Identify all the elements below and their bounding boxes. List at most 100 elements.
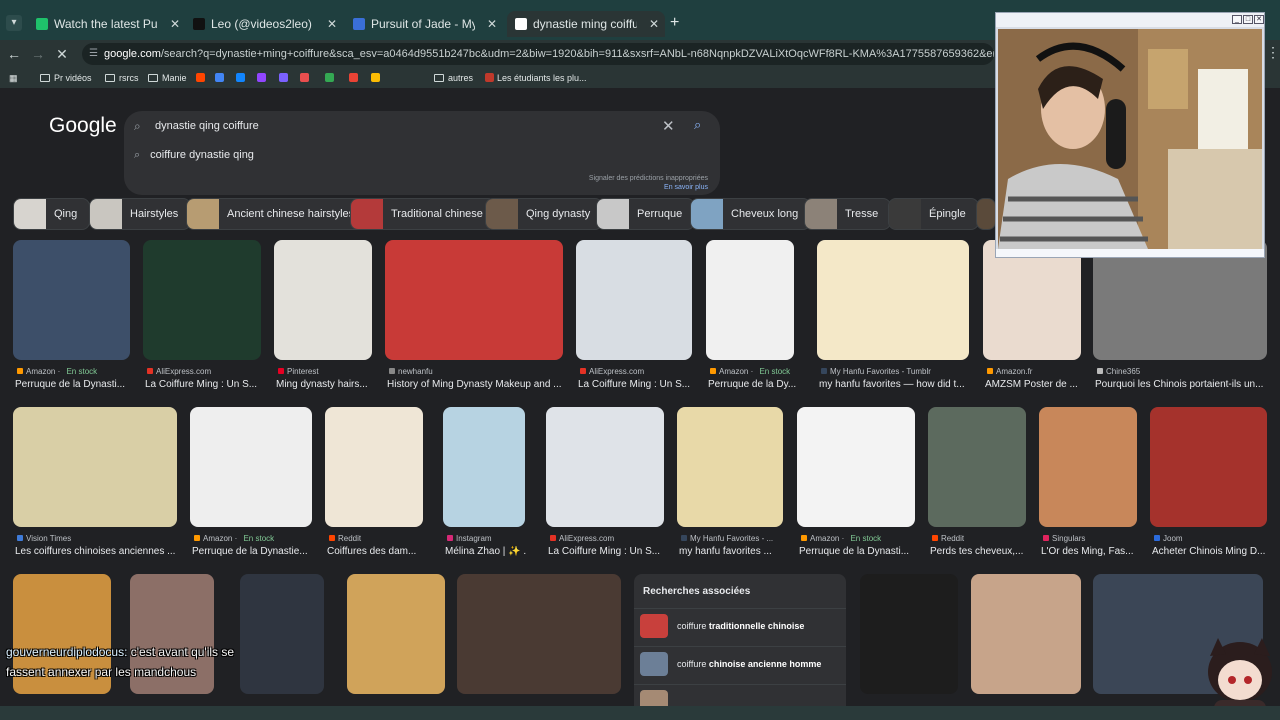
back-button[interactable]: ← — [4, 44, 24, 64]
tab-close-icon[interactable]: ✕ — [327, 11, 337, 37]
result-thumbnail[interactable] — [860, 574, 958, 694]
result-thumbnail[interactable] — [1093, 240, 1267, 360]
browser-tab[interactable]: Pursuit of Jade - MyDramaList ✕ — [345, 11, 503, 37]
result-thumbnail[interactable] — [971, 574, 1081, 694]
image-result[interactable]: Amazon · En stock Perruque de la Dynastie… — [190, 407, 312, 563]
bookmark-item[interactable]: autres — [434, 71, 473, 85]
maximize-icon[interactable]: □ — [1243, 15, 1253, 24]
image-result[interactable]: AliExpress.com La Coiffure Ming : Un S... — [143, 240, 261, 396]
clear-icon[interactable]: ✕ — [662, 117, 675, 135]
image-result[interactable]: Amazon · En stock Perruque de la Dynasti.… — [797, 407, 915, 563]
result-thumbnail[interactable] — [576, 240, 692, 360]
result-thumbnail[interactable] — [677, 407, 783, 527]
browser-tab[interactable]: Leo (@videos2leo) | TikTok ✕ — [185, 11, 343, 37]
result-thumbnail[interactable] — [928, 407, 1026, 527]
result-thumbnail[interactable] — [1150, 407, 1267, 527]
bookmark-item[interactable]: Les étudiants les plu... — [485, 71, 587, 85]
image-result[interactable]: Singulars L'Or des Ming, Fas... — [1039, 407, 1137, 563]
bookmark-icon[interactable] — [300, 71, 312, 85]
result-title[interactable]: AMZSM Poster de ... — [985, 379, 1083, 390]
result-thumbnail[interactable] — [240, 574, 324, 694]
result-thumbnail[interactable] — [1039, 407, 1137, 527]
bookmark-item[interactable]: rsrcs — [105, 71, 139, 85]
result-thumbnail[interactable] — [457, 574, 621, 694]
result-title[interactable]: Coiffures des dam... — [327, 546, 425, 557]
url-field[interactable]: ☰ google.com/search?q=dynastie+ming+coif… — [82, 43, 994, 65]
filter-chip[interactable]: Cheveux long — [690, 198, 812, 230]
result-title[interactable]: L'Or des Ming, Fas... — [1041, 546, 1139, 557]
result-title[interactable]: History of Ming Dynasty Makeup and ... — [387, 379, 565, 390]
result-thumbnail[interactable] — [347, 574, 445, 694]
related-search-item[interactable]: coiffure traditionnelle chinoise — [634, 608, 846, 642]
image-result[interactable] — [457, 574, 621, 720]
google-logo[interactable]: Google — [49, 114, 117, 138]
image-result[interactable] — [860, 574, 958, 720]
related-search-item[interactable]: coiffure chinoise ancienne homme — [634, 646, 846, 680]
result-title[interactable]: Acheter Chinois Ming D... — [1152, 546, 1269, 557]
bookmark-icon[interactable] — [325, 71, 337, 85]
image-result[interactable] — [971, 574, 1081, 720]
minimize-icon[interactable]: _ — [1232, 15, 1242, 24]
site-info-icon[interactable]: ☰ — [89, 43, 98, 65]
image-result[interactable]: newhanfu History of Ming Dynasty Makeup a… — [385, 240, 563, 396]
filter-chip[interactable]: Traditional chinese — [350, 198, 496, 230]
suggestion-item[interactable]: ⌕ coiffure dynastie qing — [134, 149, 254, 162]
filter-chip[interactable]: Épingle — [888, 198, 979, 230]
bookmark-icon[interactable] — [236, 71, 248, 85]
result-title[interactable]: Mélina Zhao | ✨ ... — [445, 546, 527, 557]
result-title[interactable]: Perruque de la Dynasti... — [15, 379, 132, 390]
search-input[interactable]: dynastie qing coiffure — [155, 120, 259, 132]
bookmark-icon[interactable] — [257, 71, 269, 85]
bookmark-icon[interactable] — [215, 71, 227, 85]
image-result[interactable]: AliExpress.com La Coiffure Ming : Un S... — [546, 407, 664, 563]
image-result[interactable]: AliExpress.com La Coiffure Ming : Un S... — [576, 240, 692, 396]
result-thumbnail[interactable] — [797, 407, 915, 527]
result-thumbnail[interactable] — [546, 407, 664, 527]
tab-close-icon[interactable]: ✕ — [487, 11, 497, 37]
result-title[interactable]: Les coiffures chinoises anciennes ... — [15, 546, 179, 557]
result-title[interactable]: Perruque de la Dy... — [708, 379, 796, 390]
learn-more-link[interactable]: En savoir plus — [589, 183, 708, 192]
bookmark-item[interactable]: Pr vidéos — [40, 71, 92, 85]
reload-button[interactable]: ✕ — [52, 44, 72, 64]
report-predictions-text[interactable]: Signaler des prédictions inappropriées — [589, 174, 708, 183]
result-title[interactable]: La Coiffure Ming : Un S... — [145, 379, 263, 390]
result-thumbnail[interactable] — [706, 240, 794, 360]
result-thumbnail[interactable] — [274, 240, 372, 360]
result-thumbnail[interactable] — [443, 407, 525, 527]
bookmark-icon[interactable] — [279, 71, 291, 85]
filter-chip[interactable]: Ancient chinese hairstyles — [186, 198, 368, 230]
filter-chip[interactable]: Tresse — [804, 198, 892, 230]
result-title[interactable]: Pourquoi les Chinois portaient-ils un... — [1095, 379, 1269, 390]
new-tab-button[interactable]: + — [670, 14, 679, 32]
image-result[interactable]: My Hanfu Favorites - Tumblr my hanfu favo… — [817, 240, 969, 396]
image-result[interactable]: Amazon · En stock Perruque de la Dy... — [706, 240, 796, 396]
forward-button[interactable]: → — [28, 44, 48, 64]
browser-tab[interactable]: dynastie ming coiffure - Reche ✕ — [507, 11, 665, 37]
image-result[interactable]: Reddit Perds tes cheveux,... — [928, 407, 1026, 563]
result-title[interactable]: my hanfu favorites ... — [679, 546, 785, 557]
result-title[interactable]: Perds tes cheveux,... — [930, 546, 1028, 557]
apps-icon[interactable]: ▦ — [9, 71, 18, 85]
image-result[interactable]: Reddit Coiffures des dam... — [325, 407, 423, 563]
result-thumbnail[interactable] — [817, 240, 969, 360]
result-thumbnail[interactable] — [190, 407, 312, 527]
result-title[interactable]: La Coiffure Ming : Un S... — [548, 546, 666, 557]
result-thumbnail[interactable] — [385, 240, 563, 360]
search-box[interactable]: ⌕ dynastie qing coiffure ✕ ⌕ ⌕ coiffure d… — [124, 111, 720, 195]
filter-chip[interactable]: Qing dynasty — [485, 198, 604, 230]
image-result[interactable]: Vision Times Les coiffures chinoises anci… — [13, 407, 177, 563]
webcam-titlebar[interactable]: _ □ ✕ — [996, 13, 1264, 27]
filter-chip[interactable]: Hairstyles — [89, 198, 192, 230]
tab-search-menu[interactable]: ▾ — [6, 15, 22, 31]
result-thumbnail[interactable] — [983, 240, 1081, 360]
image-result[interactable]: Chine365 Pourquoi les Chinois portaient-i… — [1093, 240, 1267, 396]
filter-chip-overflow[interactable] — [976, 198, 996, 230]
tab-close-icon[interactable]: ✕ — [649, 11, 659, 37]
result-title[interactable]: La Coiffure Ming : Un S... — [578, 379, 694, 390]
image-result[interactable]: Instagram Mélina Zhao | ✨ ... — [443, 407, 527, 563]
image-result[interactable]: Joom Acheter Chinois Ming D... — [1150, 407, 1267, 563]
bookmark-icon[interactable] — [196, 71, 208, 85]
image-result[interactable]: My Hanfu Favorites - ... my hanfu favorit… — [677, 407, 783, 563]
result-title[interactable]: my hanfu favorites — how did t... — [819, 379, 971, 390]
